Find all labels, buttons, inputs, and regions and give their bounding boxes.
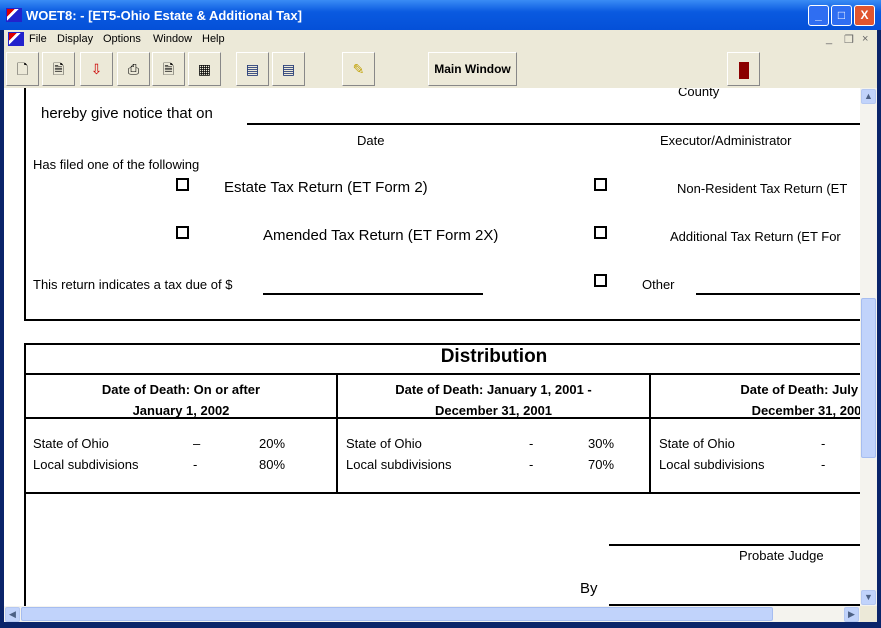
estate-option-label: Estate Tax Return (ET Form 2) (224, 179, 428, 196)
row-label: State of Ohio (346, 436, 422, 451)
row-label: Local subdivisions (33, 457, 139, 472)
minimize-button[interactable]: _ (808, 5, 829, 26)
grid-button[interactable]: ▤ (236, 52, 269, 86)
print-icon: ⎙ (127, 61, 140, 77)
save-button[interactable]: ⇩ (80, 52, 113, 86)
row-dash: - (529, 436, 534, 451)
menu-display[interactable]: Display (57, 33, 93, 45)
row-dash: - (193, 457, 198, 472)
print-button[interactable]: ⎙ (117, 52, 150, 86)
nonresident-option-label: Non-Resident Tax Return (ET (677, 181, 848, 196)
row-label: State of Ohio (33, 436, 109, 451)
document-icon: 🗎 (162, 61, 175, 77)
app-icon (6, 8, 22, 22)
additional-option-label: Additional Tax Return (ET For (670, 229, 841, 244)
row-label: Local subdivisions (346, 457, 452, 472)
row-dash: - (821, 436, 826, 451)
row-pct: 20% (259, 436, 286, 451)
maximize-button[interactable]: □ (831, 5, 852, 26)
other-option-label: Other (642, 277, 675, 292)
other-line[interactable] (696, 293, 860, 295)
additional-checkbox[interactable] (594, 226, 607, 239)
form-content: County hereby give notice that on Date E… (4, 88, 860, 606)
other-checkbox[interactable] (594, 274, 607, 287)
menu-help[interactable]: Help (202, 33, 225, 45)
tax-due-text: This return indicates a tax due of $ (33, 277, 233, 292)
date-line[interactable] (247, 123, 860, 125)
filed-text: Has filed one of the following (33, 157, 200, 172)
county-label: County (678, 88, 720, 99)
toolbar: 🗋 🗎 ⇩ ⎙ 🗎 ▦ ▤ ▤ ✎ Main Window (4, 49, 877, 88)
row-pct: 30% (588, 436, 615, 451)
edit-button[interactable]: ✎ (342, 52, 375, 86)
judge-signature-line[interactable] (609, 544, 860, 546)
row-dash: – (193, 436, 201, 451)
menu-bar: File Display Options Window Help _ ❐ × (4, 30, 877, 49)
row-pct: 70% (588, 457, 615, 472)
row-dash: - (529, 457, 534, 472)
save-icon: ⇩ (90, 61, 103, 77)
column-header-2001: Date of Death: January 1, 2001 - December… (395, 382, 592, 418)
exit-button[interactable] (727, 52, 760, 86)
distribution-title: Distribution (440, 346, 548, 367)
title-bar: WOET8: - [ET5-Ohio Estate & Additional T… (0, 0, 881, 30)
main-window-button[interactable]: Main Window (428, 52, 517, 86)
amended-option-label: Amended Tax Return (ET Form 2X) (263, 227, 499, 244)
menu-file[interactable]: File (29, 33, 47, 45)
date-label: Date (357, 133, 385, 148)
by-label: By (580, 580, 598, 597)
grid-alt-icon: ▤ (281, 61, 296, 77)
new-alt-button[interactable]: 🗎 (42, 52, 75, 86)
vertical-scroll-thumb[interactable] (861, 298, 876, 458)
row-dash: - (821, 457, 826, 472)
estate-checkbox[interactable] (176, 178, 189, 191)
edit-pen-icon: ✎ (352, 61, 365, 77)
scroll-left-arrow-icon[interactable]: ◀ (5, 607, 20, 622)
calculator-button[interactable]: ▦ (188, 52, 221, 86)
menu-window[interactable]: Window (153, 33, 192, 45)
doc-icon (8, 32, 24, 46)
form-border-left (24, 88, 26, 321)
form-border-bottom (24, 319, 860, 321)
grid-alt-button[interactable]: ▤ (272, 52, 305, 86)
notice-text: hereby give notice that on (41, 105, 213, 122)
column-header-july: Date of Death: July 1, December 31, 200 (740, 382, 860, 418)
new-button[interactable]: 🗋 (6, 52, 39, 86)
amended-checkbox[interactable] (176, 226, 189, 239)
scroll-up-arrow-icon[interactable]: ▲ (861, 89, 876, 104)
probate-judge-label: Probate Judge (739, 548, 824, 563)
row-label: State of Ohio (659, 436, 735, 451)
vertical-scrollbar[interactable]: ▲ ▼ (860, 88, 877, 606)
menu-options[interactable]: Options (103, 33, 141, 45)
horizontal-scrollbar[interactable]: ◀ ▶ (4, 606, 860, 622)
mdi-minimize-button[interactable]: _ (826, 33, 832, 45)
mdi-close-button[interactable]: × (862, 33, 868, 45)
window-title: WOET8: - [ET5-Ohio Estate & Additional T… (26, 8, 302, 23)
column-header-2002: Date of Death: On or after January 1, 200… (101, 382, 261, 418)
close-button[interactable]: X (854, 5, 875, 26)
scroll-right-arrow-icon[interactable]: ▶ (844, 607, 859, 622)
nonresident-checkbox[interactable] (594, 178, 607, 191)
new-alt-icon: 🗎 (52, 61, 65, 77)
row-pct: 80% (259, 457, 286, 472)
mdi-restore-button[interactable]: ❐ (844, 33, 854, 46)
scrollbar-corner (860, 606, 877, 622)
scroll-down-arrow-icon[interactable]: ▼ (861, 590, 876, 605)
grid-icon: ▤ (245, 61, 260, 77)
calculator-icon: ▦ (197, 61, 212, 77)
tax-due-line[interactable] (263, 293, 483, 295)
executor-label: Executor/Administrator (660, 133, 792, 148)
document-button[interactable]: 🗎 (152, 52, 185, 86)
horizontal-scroll-thumb[interactable] (21, 607, 773, 621)
new-icon: 🗋 (16, 61, 29, 77)
exit-door-icon (738, 61, 749, 79)
row-label: Local subdivisions (659, 457, 765, 472)
